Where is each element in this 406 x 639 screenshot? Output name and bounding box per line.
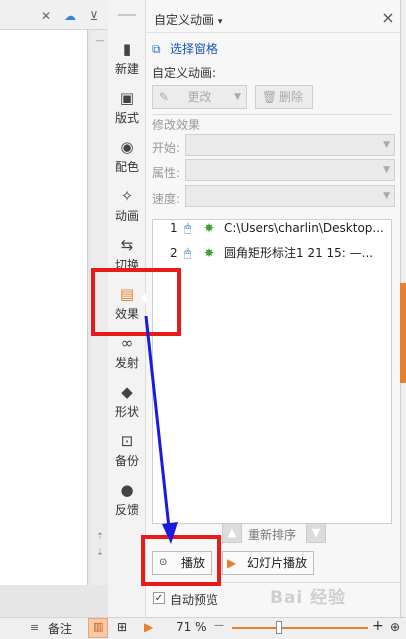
chevron-down-icon: ▼ (383, 191, 390, 201)
toolbar-grip (118, 14, 136, 16)
tool-feedback-label: 反馈 (114, 503, 139, 517)
pin-icon[interactable]: ✕ (38, 8, 54, 24)
speed-combo[interactable]: ▼ (185, 185, 395, 207)
notes-icon[interactable]: ≡ (30, 621, 39, 634)
panel-header-divider (146, 32, 400, 33)
filter-icon[interactable]: ⊻ (86, 8, 102, 24)
zoom-out-icon[interactable]: — (214, 620, 224, 631)
delete-button[interactable]: 🗑 删除 (255, 85, 313, 109)
select-pane-link[interactable]: ⧉ 选择窗格 (152, 40, 218, 57)
tool-animation-label: 动画 (114, 209, 139, 223)
select-pane-label: 选择窗格 (170, 42, 219, 56)
tool-new-label: 新建 (114, 62, 139, 76)
mouse-click-icon: 🖱 (184, 221, 192, 235)
slideshow-button-label: 幻灯片播放 (247, 556, 308, 570)
shape-icon: ◆ (121, 383, 133, 401)
tool-backup[interactable]: ⊡ 备份 (108, 433, 146, 469)
property-combo[interactable]: ▼ (185, 159, 395, 181)
change-button[interactable]: ✎ 更改 ▼ (152, 85, 247, 109)
pencil-icon: ✎ (159, 90, 170, 104)
chevron-down-icon: ▼ (383, 140, 390, 150)
move-down-button[interactable]: ▼ (306, 523, 326, 543)
arrow-down-icon: ▼ (311, 526, 321, 539)
panel-title[interactable]: 自定义动画 ▾ (154, 11, 222, 28)
panel-close-icon[interactable]: × (380, 8, 396, 27)
feedback-icon: ● (120, 481, 134, 499)
reorder-label: 重新排序 (248, 528, 297, 542)
animation-name: 圆角矩形标注1 21 15: —... (224, 246, 374, 260)
tool-animation[interactable]: ✧ 动画 (108, 188, 146, 224)
change-dropdown-icon: ▼ (234, 92, 241, 102)
panel-collapse-handle[interactable] (400, 283, 406, 383)
custom-animation-label: 自定义动画: (152, 66, 217, 80)
new-slide-icon: ▮ (122, 40, 132, 58)
chevron-down-icon: ▼ (383, 165, 390, 175)
slideshow-view-icon[interactable]: ▶ (144, 620, 153, 634)
annotation-box-effect (91, 268, 181, 336)
animation-name: C:\Users\charlin\Desktop... (224, 221, 384, 235)
tool-shape[interactable]: ◆ 形状 (108, 384, 146, 420)
notes-label[interactable]: 备注 (48, 620, 72, 637)
tool-new[interactable]: ▮ 新建 (108, 41, 146, 77)
watermark-text: Bai 经验 (270, 588, 347, 608)
arrow-up-icon: ▲ (227, 526, 237, 539)
cloud-icon[interactable]: ☁ (62, 8, 78, 24)
tool-layout-label: 版式 (114, 111, 139, 125)
tool-launch-label: 发射 (114, 356, 139, 370)
tool-backup-label: 备份 (114, 454, 139, 468)
animation-list[interactable] (152, 219, 392, 524)
animation-item-1[interactable]: 1 🖱 ✸ C:\Users\charlin\Desktop... (170, 221, 384, 239)
start-label: 开始: (152, 141, 181, 155)
animation-order: 2 (170, 246, 178, 260)
scroll-up-icon[interactable]: ⇡ (95, 532, 105, 542)
speed-label: 速度: (152, 192, 181, 206)
effect-star-icon: ✸ (204, 221, 215, 235)
launch-icon: ∞ (120, 334, 134, 352)
tool-layout[interactable]: ▣ 版式 (108, 90, 146, 126)
mouse-click-icon: 🖱 (184, 246, 192, 260)
fit-window-icon[interactable]: ⊕ (390, 620, 400, 634)
select-pane-icon: ⧉ (152, 42, 161, 56)
slideshow-button[interactable]: ▶ 幻灯片播放 (222, 551, 314, 575)
normal-view-button[interactable]: ▥ (88, 618, 108, 638)
scroll-grip-icon[interactable]: — (95, 36, 105, 46)
section-divider (152, 114, 392, 115)
autopreview-label: 自动预览 (170, 593, 219, 607)
zoom-in-icon[interactable]: + (372, 618, 384, 634)
change-button-label: 更改 (187, 90, 212, 104)
tool-palette[interactable]: ◉ 配色 (108, 139, 146, 175)
zoom-slider-track[interactable] (232, 627, 368, 629)
layout-icon: ▣ (119, 89, 135, 107)
slide-canvas[interactable] (0, 30, 88, 585)
animation-icon: ✧ (120, 187, 134, 205)
transition-icon: ⇆ (120, 236, 134, 254)
sorter-view-icon[interactable]: ⊞ (117, 620, 127, 634)
normal-view-icon: ▥ (93, 620, 104, 633)
tool-feedback[interactable]: ● 反馈 (108, 482, 146, 518)
palette-icon: ◉ (120, 138, 134, 156)
modify-effect-heading: 修改效果 (152, 118, 201, 132)
backup-icon: ⊡ (120, 432, 134, 450)
start-combo[interactable]: ▼ (185, 134, 395, 156)
annotation-box-play (141, 535, 221, 586)
tool-shape-label: 形状 (114, 405, 139, 419)
slideshow-icon: ▶ (227, 556, 237, 570)
property-label: 属性: (152, 166, 181, 180)
tool-palette-label: 配色 (114, 160, 139, 174)
effect-star-icon: ✸ (204, 246, 215, 260)
panel-title-text: 自定义动画 (154, 13, 215, 27)
zoom-slider-thumb[interactable] (276, 621, 282, 634)
move-up-button[interactable]: ▲ (222, 523, 242, 543)
animation-order: 1 (170, 221, 178, 235)
zoom-level[interactable]: 71 % (176, 620, 207, 634)
scroll-down-icon[interactable]: ⇣ (95, 548, 105, 558)
panel-title-dropdown-icon: ▾ (217, 17, 223, 27)
tool-launch[interactable]: ∞ 发射 (108, 335, 146, 371)
animation-item-2[interactable]: 2 🖱 ✸ 圆角矩形标注1 21 15: —... (170, 244, 373, 262)
autopreview-checkbox[interactable]: ✓ (153, 592, 165, 604)
trash-icon: 🗑 (262, 90, 278, 104)
